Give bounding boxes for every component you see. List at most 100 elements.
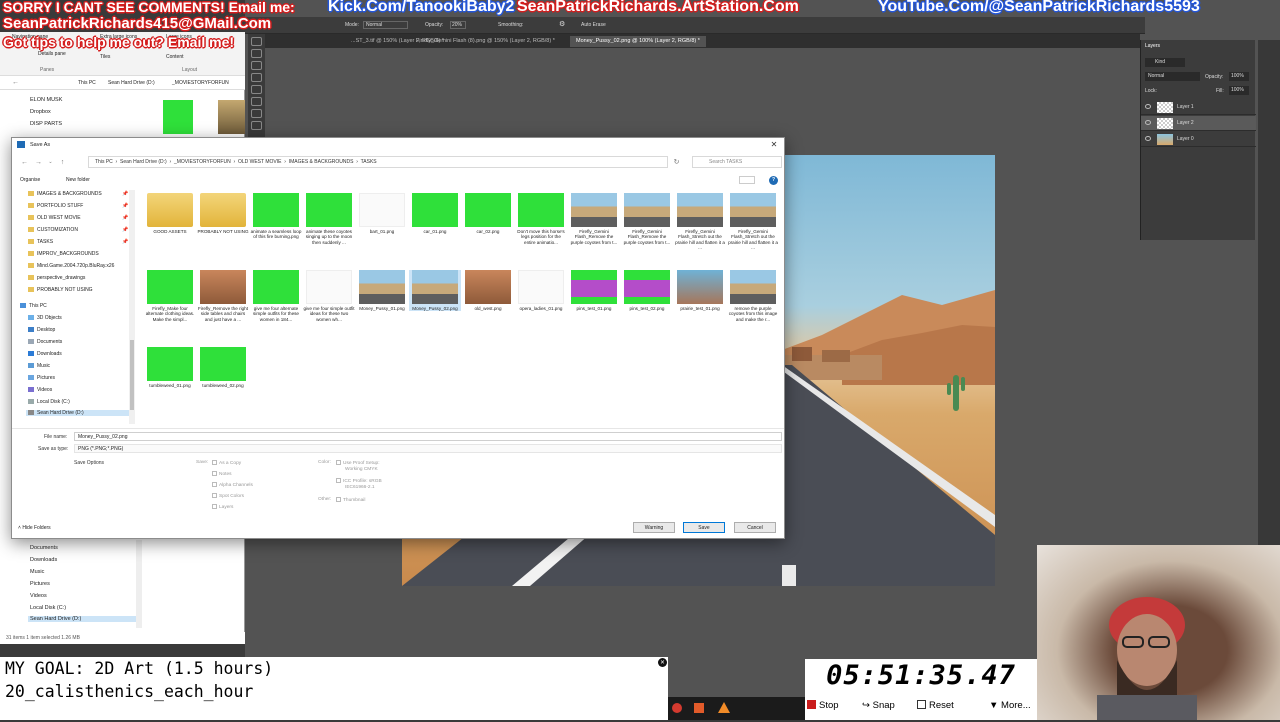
app-icon[interactable] — [672, 703, 682, 713]
visibility-eye-icon[interactable] — [1145, 120, 1151, 125]
sidebar-item[interactable]: CUSTOMIZATION — [28, 227, 78, 233]
nav-item-sean-hard-drive[interactable]: Sean Hard Drive (D:) — [28, 616, 136, 622]
opacity-input[interactable]: 20% — [450, 21, 466, 29]
as-a-copy-checkbox[interactable]: As a Copy — [212, 460, 241, 466]
file-item[interactable]: old_west.png — [462, 270, 514, 311]
breadcrumb-item[interactable]: _MOVIESTORYFORFUN — [172, 80, 229, 86]
layer-opacity-input[interactable]: 100% — [1229, 72, 1249, 81]
nav-item-pictures[interactable]: Pictures — [30, 581, 50, 587]
nav-item-downloads[interactable]: Downloads — [30, 557, 57, 563]
file-item[interactable]: pins_test_01.png — [568, 270, 620, 311]
forward-arrow-icon[interactable]: → — [34, 158, 43, 167]
breadcrumb-item[interactable]: IMAGES & BACKGROUNDS — [289, 159, 354, 165]
file-item[interactable]: Firefly_Make four alternate clothing ide… — [144, 270, 196, 322]
use-proof-setup-checkbox[interactable]: Use Proof Setup: — [336, 460, 380, 466]
cancel-button[interactable]: Cancel — [734, 522, 776, 533]
breadcrumb-item[interactable]: TASKS — [361, 159, 377, 165]
file-item[interactable]: bart_01.png — [356, 193, 408, 234]
breadcrumb-item[interactable]: OLD WEST MOVIE — [238, 159, 282, 165]
marquee-tool-icon[interactable] — [251, 49, 262, 58]
dialog-address-bar[interactable]: This PC › Sean Hard Drive (D:) › _MOVIES… — [88, 156, 668, 168]
nav-item[interactable]: ELON MUSK — [30, 97, 62, 103]
sidebar-item[interactable]: Downloads — [28, 351, 62, 357]
sidebar-item[interactable]: Videos — [28, 387, 52, 393]
spot-colors-checkbox[interactable]: Spot Colors — [212, 493, 244, 499]
breadcrumb-item[interactable]: Sean Hard Drive (D:) — [120, 159, 167, 165]
lasso-tool-icon[interactable] — [251, 61, 262, 70]
file-item[interactable]: opera_ladies_01.png — [515, 270, 567, 311]
file-item[interactable]: Firefly_Gemini Flash_Stretch out the pra… — [674, 193, 726, 251]
layer-filter-kind[interactable]: Kind — [1145, 58, 1185, 67]
app-icon[interactable] — [694, 703, 704, 713]
sidebar-item[interactable]: perspective_drawings — [28, 275, 85, 281]
mode-select[interactable]: Normal — [363, 21, 408, 29]
help-icon[interactable]: ? — [769, 176, 778, 185]
nav-item-documents[interactable]: Documents — [30, 545, 58, 551]
file-item[interactable]: car_01.png — [409, 193, 461, 234]
more-button[interactable]: ▼ More... — [989, 700, 1031, 711]
notes-checkbox[interactable]: Notes — [212, 471, 232, 477]
stop-button[interactable]: Stop — [807, 700, 839, 711]
sidebar-item[interactable]: Local Disk (C:) — [28, 399, 70, 405]
breadcrumb-item[interactable]: This PC — [95, 159, 113, 165]
warning-button[interactable]: Warning — [633, 522, 675, 533]
sidebar-scrollbar[interactable] — [129, 190, 135, 424]
file-item[interactable]: Firefly_Gemini Flash_Stretch out the pra… — [727, 193, 779, 251]
tab-document-3[interactable]: Money_Pussy_02.png @ 100% (Layer 2, RGB/… — [570, 36, 706, 47]
file-item[interactable]: Money_Pussy_01.png — [356, 270, 408, 311]
tab-document-2[interactable]: Firefly_Gemini Flash (8).png @ 150% (Lay… — [410, 36, 561, 47]
layer-fill-input[interactable]: 100% — [1229, 86, 1249, 95]
nav-item-music[interactable]: Music — [30, 569, 44, 575]
search-input[interactable]: Search TASKS — [692, 156, 782, 168]
back-arrow-icon[interactable]: ← — [20, 158, 29, 167]
file-item[interactable]: car_02.png — [462, 193, 514, 234]
file-item[interactable]: tumbleweed_01.png — [144, 347, 196, 388]
breadcrumb-item[interactable]: _MOVIESTORYFORFUN — [174, 159, 231, 165]
blend-mode-select[interactable]: Normal — [1145, 72, 1200, 81]
file-item[interactable]: pins_test_02.png — [621, 270, 673, 311]
sidebar-item[interactable]: PORTFOLIO STUFF — [28, 203, 83, 209]
file-name-input[interactable]: Money_Pussy_02.png — [74, 432, 782, 441]
sidebar-item[interactable]: Pictures — [28, 375, 55, 381]
back-arrow-icon[interactable]: ← — [12, 79, 19, 86]
file-item[interactable]: tumbleweed_02.png — [197, 347, 249, 388]
file-item[interactable]: prairie_test_01.png — [674, 270, 726, 311]
content-view-option[interactable]: Content — [166, 54, 184, 60]
eraser-tool-icon[interactable] — [251, 97, 262, 106]
file-item[interactable]: animate a seamless loop of this fire bur… — [250, 193, 302, 240]
layer-row[interactable]: Layer 1 — [1141, 100, 1256, 115]
crop-tool-icon[interactable] — [251, 73, 262, 82]
file-item[interactable]: give me four simple outfit ideas for the… — [303, 270, 355, 322]
file-item[interactable]: PROBABLY NOT USING — [197, 193, 249, 234]
close-icon[interactable]: ✕ — [658, 658, 667, 667]
nav-item-videos[interactable]: Videos — [30, 593, 47, 599]
sidebar-item[interactable]: Mind.Game.2004.720p.BluRay.x26 — [28, 263, 114, 269]
file-item[interactable]: Firefly_Gemini Flash_Remove the purple c… — [621, 193, 673, 245]
file-item-selected[interactable]: Money_Pussy_02.png — [409, 270, 461, 312]
save-button[interactable]: Save — [683, 522, 725, 533]
icc-profile-checkbox[interactable]: ICC Profile: sRGB — [336, 478, 382, 484]
nav-item[interactable]: DISP PARTS — [30, 121, 62, 127]
sidebar-item[interactable]: Desktop — [28, 327, 55, 333]
recent-locations-chevron-icon[interactable]: ⌄ — [46, 158, 55, 167]
file-item[interactable]: Don't move this horse's legs position fo… — [515, 193, 567, 245]
extra-large-icons-option[interactable]: Extra large icons — [100, 34, 137, 40]
auto-erase-checkbox[interactable]: Auto Erase — [581, 22, 606, 28]
vlc-icon[interactable] — [718, 702, 730, 713]
sidebar-item-selected[interactable]: Sean Hard Drive (D:) — [26, 410, 130, 416]
pen-tool-icon[interactable] — [251, 109, 262, 118]
thumbnail-checkbox[interactable]: Thumbnail — [336, 497, 365, 503]
save-type-select[interactable]: PNG (*.PNG;*.PNG) — [74, 444, 782, 453]
visibility-eye-icon[interactable] — [1145, 104, 1151, 109]
sidebar-item[interactable]: PROBABLY NOT USING — [28, 287, 93, 293]
sidebar-item[interactable]: IMAGES & BACKGROUNDS — [28, 191, 102, 197]
explorer-address-bar[interactable]: ← This PC Sean Hard Drive (D:) _MOVIESTO… — [0, 76, 245, 90]
file-item[interactable]: animate these coyotes singing up to the … — [303, 193, 355, 245]
nav-item[interactable]: Dropbox — [30, 109, 51, 115]
file-item[interactable]: Firefly_Remove the right side tables and… — [197, 270, 249, 322]
sidebar-item[interactable]: OLD WEST MOVIE — [28, 215, 81, 221]
explorer-file-thumbnail[interactable] — [163, 100, 193, 134]
large-icons-option[interactable]: Large icons — [166, 34, 192, 40]
alpha-channels-checkbox[interactable]: Alpha Channels — [212, 482, 253, 488]
file-item[interactable]: give me four alternate simple outfits fo… — [250, 270, 302, 322]
